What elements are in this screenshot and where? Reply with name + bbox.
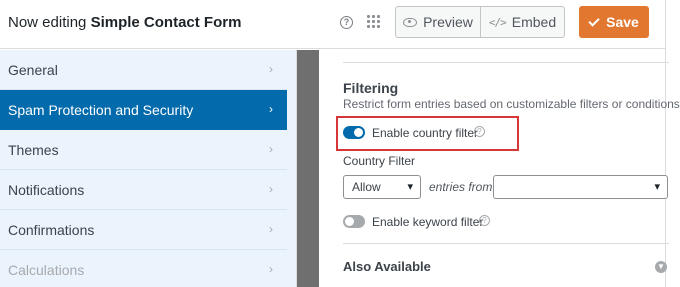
sidebar-item-themes[interactable]: Themes › bbox=[0, 130, 287, 170]
country-filter-action-select[interactable]: Allow ▾ bbox=[343, 175, 421, 199]
save-button[interactable]: Save bbox=[579, 6, 649, 38]
country-filter-label: Enable country filter bbox=[372, 126, 479, 140]
sidebar-item-label: Confirmations bbox=[8, 221, 95, 238]
panel-gutter bbox=[297, 50, 319, 287]
sidebar-item-confirmations[interactable]: Confirmations › bbox=[0, 210, 287, 250]
preview-button[interactable]: Preview bbox=[396, 7, 481, 37]
chevron-right-icon: › bbox=[269, 102, 273, 116]
chevron-down-icon: ▾ bbox=[407, 181, 413, 193]
settings-sidebar: General › Spam Protection and Security ›… bbox=[0, 50, 297, 287]
chevron-right-icon: › bbox=[269, 142, 273, 156]
form-name: Simple Contact Form bbox=[90, 14, 242, 31]
toggle-knob bbox=[354, 128, 363, 137]
sidebar-item-label: Themes bbox=[8, 141, 59, 158]
sidebar-item-notifications[interactable]: Notifications › bbox=[0, 170, 287, 210]
section-title: Filtering bbox=[343, 80, 399, 96]
country-filter-field-label: Country Filter bbox=[343, 154, 416, 168]
chevron-right-icon: › bbox=[269, 222, 273, 236]
page-title: Now editing Simple Contact Form bbox=[8, 14, 241, 31]
grid-dots-icon[interactable] bbox=[367, 15, 380, 29]
chevron-down-icon: ▾ bbox=[654, 181, 660, 193]
sidebar-item-general[interactable]: General › bbox=[0, 50, 287, 90]
divider bbox=[343, 243, 669, 244]
countries-select[interactable]: ▾ bbox=[493, 175, 668, 199]
sidebar-item-label: Notifications bbox=[8, 181, 85, 198]
section-description: Restrict form entries based on customiza… bbox=[343, 97, 680, 111]
help-icon[interactable]: ? bbox=[479, 215, 490, 226]
chevron-right-icon: › bbox=[269, 262, 273, 276]
sidebar-item-spam-protection[interactable]: Spam Protection and Security › bbox=[0, 90, 287, 130]
sidebar-item-calculations[interactable]: Calculations › bbox=[0, 250, 287, 287]
editing-prefix: Now editing bbox=[8, 14, 87, 31]
question-circle-icon[interactable]: ? bbox=[340, 16, 353, 29]
embed-button[interactable]: </> Embed bbox=[481, 7, 564, 37]
chevron-right-icon: › bbox=[269, 62, 273, 76]
also-available-heading[interactable]: Also Available bbox=[343, 259, 431, 274]
code-icon: </> bbox=[488, 15, 507, 29]
check-icon bbox=[588, 14, 600, 27]
sidebar-item-label: General bbox=[8, 61, 58, 78]
chevron-right-icon: › bbox=[269, 182, 273, 196]
keyword-filter-toggle[interactable] bbox=[343, 215, 365, 228]
select-value: Allow bbox=[352, 180, 381, 194]
save-label: Save bbox=[606, 14, 639, 30]
preview-label: Preview bbox=[423, 14, 473, 30]
keyword-filter-label: Enable keyword filter bbox=[372, 215, 484, 229]
sidebar-item-label: Calculations bbox=[8, 261, 85, 278]
form-builder-header: Now editing Simple Contact Form ? Previe… bbox=[0, 0, 665, 49]
divider bbox=[343, 62, 669, 63]
entries-from-text: entries from bbox=[429, 180, 493, 194]
sidebar-item-label: Spam Protection and Security bbox=[8, 101, 194, 118]
eye-icon bbox=[403, 17, 418, 27]
country-filter-toggle[interactable] bbox=[343, 126, 365, 139]
embed-label: Embed bbox=[511, 14, 557, 30]
preview-embed-group: Preview </> Embed bbox=[395, 6, 565, 38]
help-icon[interactable]: ? bbox=[474, 126, 485, 137]
toggle-knob bbox=[345, 217, 354, 226]
chevron-down-circle-icon[interactable]: ▼ bbox=[655, 261, 667, 273]
